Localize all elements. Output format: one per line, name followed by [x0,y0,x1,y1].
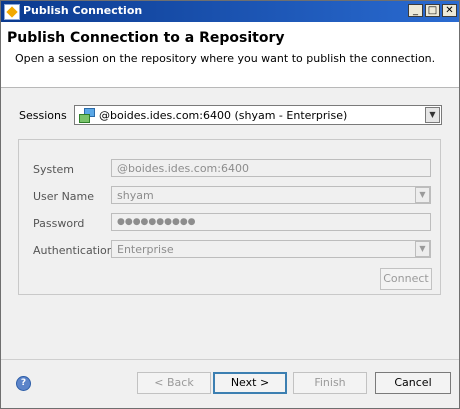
chevron-down-icon[interactable]: ▼ [425,107,440,123]
page-description: Open a session on the repository where y… [15,52,436,65]
password-label: Password [33,217,85,230]
sessions-label: Sessions [19,109,67,122]
sessions-value: @boides.ides.com:6400 (shyam - Enterpris… [99,109,348,122]
authentication-label: Authentication [33,244,114,257]
minimize-button[interactable]: _ [408,4,423,17]
username-label: User Name [33,190,95,203]
chevron-down-icon[interactable]: ▼ [415,241,430,257]
authentication-value: Enterprise [117,243,174,256]
system-field[interactable]: @boides.ides.com:6400 [111,159,431,177]
title-bar: Publish Connection _ □ ✕ [1,1,459,22]
chevron-down-icon[interactable]: ▼ [415,187,430,203]
connect-button[interactable]: Connect [380,268,432,290]
finish-button[interactable]: Finish [293,372,367,394]
page-heading: Publish Connection to a Repository [7,30,285,46]
password-field[interactable]: ●●●●●●●●●● [111,213,431,231]
username-field[interactable]: shyam ▼ [111,186,431,204]
header-banner: Publish Connection to a Repository Open … [1,22,459,88]
authentication-field[interactable]: Enterprise ▼ [111,240,431,258]
footer-divider [1,359,459,360]
publish-connection-dialog: Publish Connection _ □ ✕ Publish Connect… [0,0,460,409]
password-value: ●●●●●●●●●● [117,217,196,227]
system-label: System [33,163,75,176]
help-icon[interactable]: ? [16,376,31,391]
repository-icon [79,108,95,123]
sessions-dropdown[interactable]: @boides.ides.com:6400 (shyam - Enterpris… [74,105,442,125]
cancel-button[interactable]: Cancel [375,372,451,394]
system-value: @boides.ides.com:6400 [117,162,249,175]
username-value: shyam [117,189,154,202]
maximize-button[interactable]: □ [425,4,440,17]
next-button[interactable]: Next > [213,372,287,394]
app-icon [4,4,20,20]
close-button[interactable]: ✕ [442,4,457,17]
window-title: Publish Connection [23,4,143,17]
back-button[interactable]: < Back [137,372,211,394]
